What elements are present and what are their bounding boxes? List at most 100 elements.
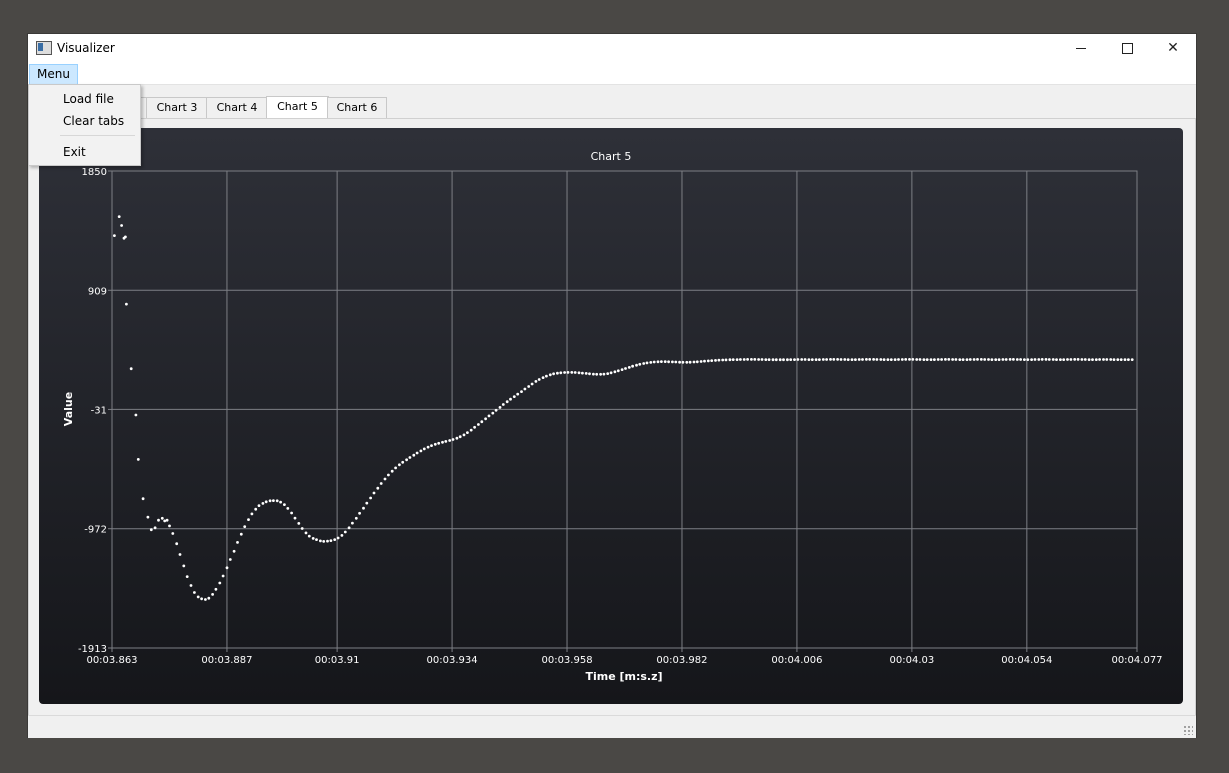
chart-view[interactable]: 00:03.863 00:03.887 00:03.91 00:03.934 00:03… (39, 128, 1183, 704)
data-point (494, 408, 498, 412)
data-point (487, 414, 491, 418)
data-point (674, 360, 678, 364)
data-point (480, 420, 484, 424)
data-point (1080, 358, 1084, 361)
data-point (936, 358, 940, 361)
menu-button[interactable]: Menu (29, 64, 78, 85)
data-point (129, 367, 133, 371)
data-point (954, 358, 958, 361)
tab-chart-4[interactable]: Chart 4 (206, 97, 268, 118)
data-point (1087, 358, 1091, 361)
menu-item-load-file[interactable]: Load file (30, 88, 139, 110)
data-point (667, 360, 670, 364)
data-point (239, 532, 243, 536)
data-point (671, 360, 674, 364)
data-point (710, 359, 714, 362)
data-point (117, 215, 121, 218)
data-point (512, 395, 516, 398)
data-point (134, 413, 138, 417)
data-point (286, 507, 290, 510)
data-point (1015, 358, 1019, 361)
data-point (250, 512, 254, 516)
menu-item-exit[interactable]: Exit (30, 141, 139, 163)
data-point (958, 358, 962, 361)
data-point (731, 358, 735, 361)
data-point (714, 359, 717, 362)
data-point (706, 359, 710, 363)
data-point (649, 361, 653, 364)
data-point (541, 376, 545, 379)
data-point (333, 538, 337, 541)
data-point (879, 358, 883, 361)
data-point (437, 441, 441, 445)
maximize-button[interactable] (1104, 34, 1150, 62)
data-point (786, 358, 789, 362)
data-point (146, 515, 150, 519)
data-point (764, 358, 768, 361)
data-point (642, 362, 646, 365)
data-point (563, 371, 566, 374)
x-tick-label: 00:03.934 (427, 655, 478, 666)
data-point (1119, 358, 1123, 361)
data-point (257, 504, 261, 507)
data-point (1073, 358, 1077, 361)
x-tick-label: 00:03.91 (315, 655, 360, 666)
minimize-button[interactable] (1058, 34, 1104, 62)
data-point (922, 358, 926, 361)
data-point (552, 372, 555, 376)
data-point (530, 382, 534, 386)
data-point (839, 358, 843, 361)
data-point (631, 364, 634, 368)
data-point (523, 387, 527, 391)
data-point (933, 358, 936, 361)
data-point (944, 358, 947, 361)
data-point (185, 575, 189, 578)
data-point (422, 447, 426, 451)
data-point (228, 558, 232, 561)
data-point (635, 363, 638, 367)
close-button[interactable]: ✕ (1150, 34, 1196, 62)
data-point (1127, 358, 1130, 361)
maximize-icon (1121, 42, 1133, 54)
y-tick-label: -31 (91, 405, 107, 416)
data-point (1004, 358, 1008, 361)
y-tick-label: -1913 (78, 644, 107, 655)
data-point (113, 234, 116, 237)
data-point (1094, 358, 1098, 361)
title-bar[interactable]: Visualizer ✕ (28, 34, 1196, 62)
data-point (836, 358, 839, 361)
data-point (1109, 358, 1113, 361)
data-point (351, 521, 354, 525)
data-point (545, 374, 548, 378)
data-point (358, 511, 361, 515)
data-point (304, 531, 308, 535)
data-point (347, 526, 351, 530)
data-point (1023, 358, 1026, 361)
resize-grip-icon[interactable] (1183, 725, 1193, 735)
data-point (846, 358, 850, 361)
x-tick-label: 00:04.054 (1001, 655, 1052, 666)
data-point (1008, 358, 1012, 361)
data-point (742, 358, 746, 361)
data-point (448, 439, 452, 442)
tab-chart-5[interactable]: Chart 5 (266, 96, 329, 119)
tab-chart-3[interactable]: Chart 3 (146, 97, 208, 118)
data-point (141, 497, 145, 501)
data-point (976, 358, 979, 361)
data-point (753, 358, 757, 361)
data-point (120, 224, 123, 227)
data-point (624, 367, 627, 370)
tab-chart-6[interactable]: Chart 6 (327, 97, 387, 118)
data-point (394, 466, 397, 470)
menu-bar: Menu (28, 62, 1196, 85)
chart-svg: 00:03.863 00:03.887 00:03.91 00:03.934 00:03… (39, 128, 1183, 704)
data-point (757, 358, 760, 361)
data-point (997, 358, 1001, 361)
data-point (369, 496, 372, 500)
menu-item-clear-tabs[interactable]: Clear tabs (30, 110, 139, 132)
data-point (419, 449, 423, 453)
data-point (889, 358, 893, 361)
data-point (857, 358, 861, 361)
menu-dropdown: Load file Clear tabs Exit (28, 84, 141, 166)
data-point (602, 372, 606, 376)
